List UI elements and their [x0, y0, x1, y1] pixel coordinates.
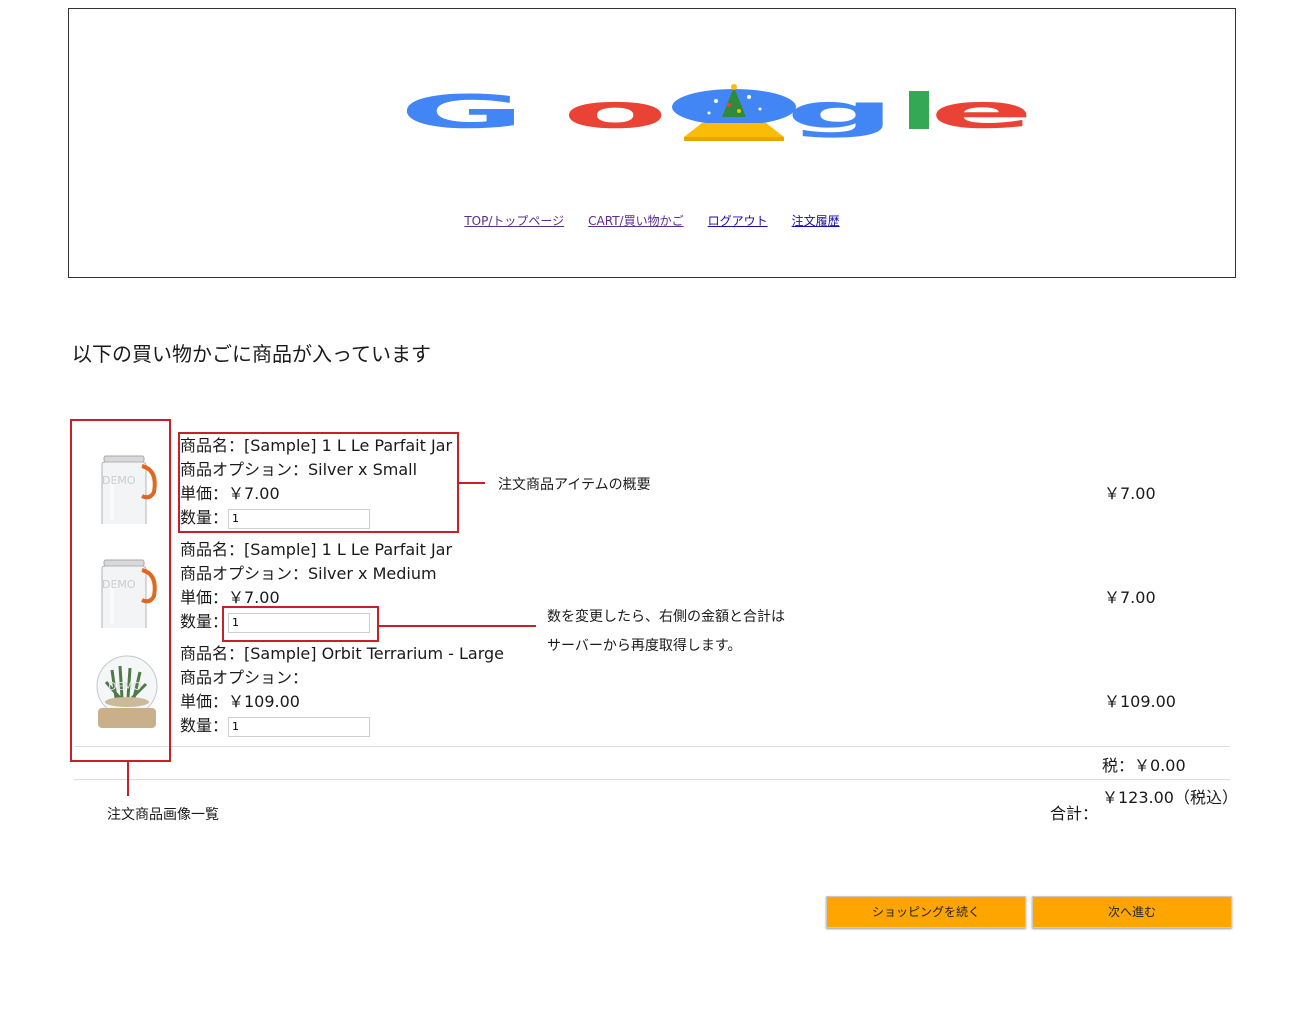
- logo-letter-e: e: [930, 85, 1034, 139]
- total-label: 合計：: [1050, 804, 1099, 823]
- annotation-summary-note: 注文商品アイテムの概要: [498, 477, 651, 493]
- annotation-summary-line: [459, 482, 485, 484]
- nav-link-logout[interactable]: ログアウト: [708, 212, 768, 229]
- item-unit-price: 単価：￥109.00: [180, 692, 300, 711]
- annotation-images-box: [70, 419, 171, 762]
- annotation-summary-box: [178, 432, 459, 533]
- annotation-qty-note-1: 数を変更したら、右側の金額と合計は: [547, 609, 785, 625]
- annotation-qty-box: [222, 606, 379, 642]
- total-amount: ￥123.00（税込）: [1102, 788, 1238, 807]
- quantity-input[interactable]: [228, 716, 371, 737]
- page-title: 以下の買い物かごに商品が入っています: [72, 342, 431, 366]
- logo-letter-g2: g: [786, 85, 896, 139]
- divider: [74, 746, 1230, 747]
- continue-shopping-button[interactable]: ショッピングを続く: [826, 896, 1026, 928]
- divider: [74, 779, 1230, 780]
- item-option: 商品オプション：Silver x Medium: [180, 564, 437, 583]
- item-name: 商品名：[Sample] Orbit Terrarium - Large: [180, 644, 504, 663]
- nav-link-cart[interactable]: CART/買い物かご: [588, 212, 683, 229]
- logo-letter-g: G: [404, 85, 525, 139]
- google-logo[interactable]: G o g e: [404, 83, 1044, 143]
- item-price: ￥7.00: [1104, 484, 1156, 503]
- next-button[interactable]: 次へ進む: [1032, 896, 1232, 928]
- annotation-qty-line: [379, 625, 536, 627]
- annotation-qty-note-2: サーバーから再度取得します。: [547, 638, 742, 654]
- item-quantity-row: 数量：: [180, 714, 504, 738]
- snow-globe-icon: [672, 84, 796, 141]
- quantity-label: 数量：: [180, 612, 229, 631]
- quantity-label: 数量：: [180, 716, 229, 735]
- logo-graphic: G o g e: [404, 84, 1034, 141]
- nav-link-top[interactable]: TOP/トップページ: [464, 212, 564, 229]
- site-header: G o g e TOP/トップページ CART/買い物かご ログアウト 注文履歴: [68, 8, 1236, 278]
- item-name: 商品名：[Sample] 1 L Le Parfait Jar: [180, 540, 453, 559]
- item-price: ￥7.00: [1104, 588, 1156, 607]
- item-option: 商品オプション：: [180, 668, 309, 687]
- item-price: ￥109.00: [1104, 692, 1176, 711]
- logo-letter-l: [909, 91, 929, 129]
- logo-letter-o: o: [562, 85, 668, 139]
- annotation-images-note: 注文商品画像一覧: [107, 807, 219, 823]
- annotation-images-line: [127, 762, 129, 796]
- main-nav: TOP/トップページ CART/買い物かご ログアウト 注文履歴: [69, 212, 1235, 229]
- item-details: 商品名：[Sample] Orbit Terrarium - Large 商品オ…: [180, 642, 504, 738]
- nav-link-order-history[interactable]: 注文履歴: [792, 212, 840, 229]
- tax-amount: 税：￥0.00: [1102, 756, 1186, 775]
